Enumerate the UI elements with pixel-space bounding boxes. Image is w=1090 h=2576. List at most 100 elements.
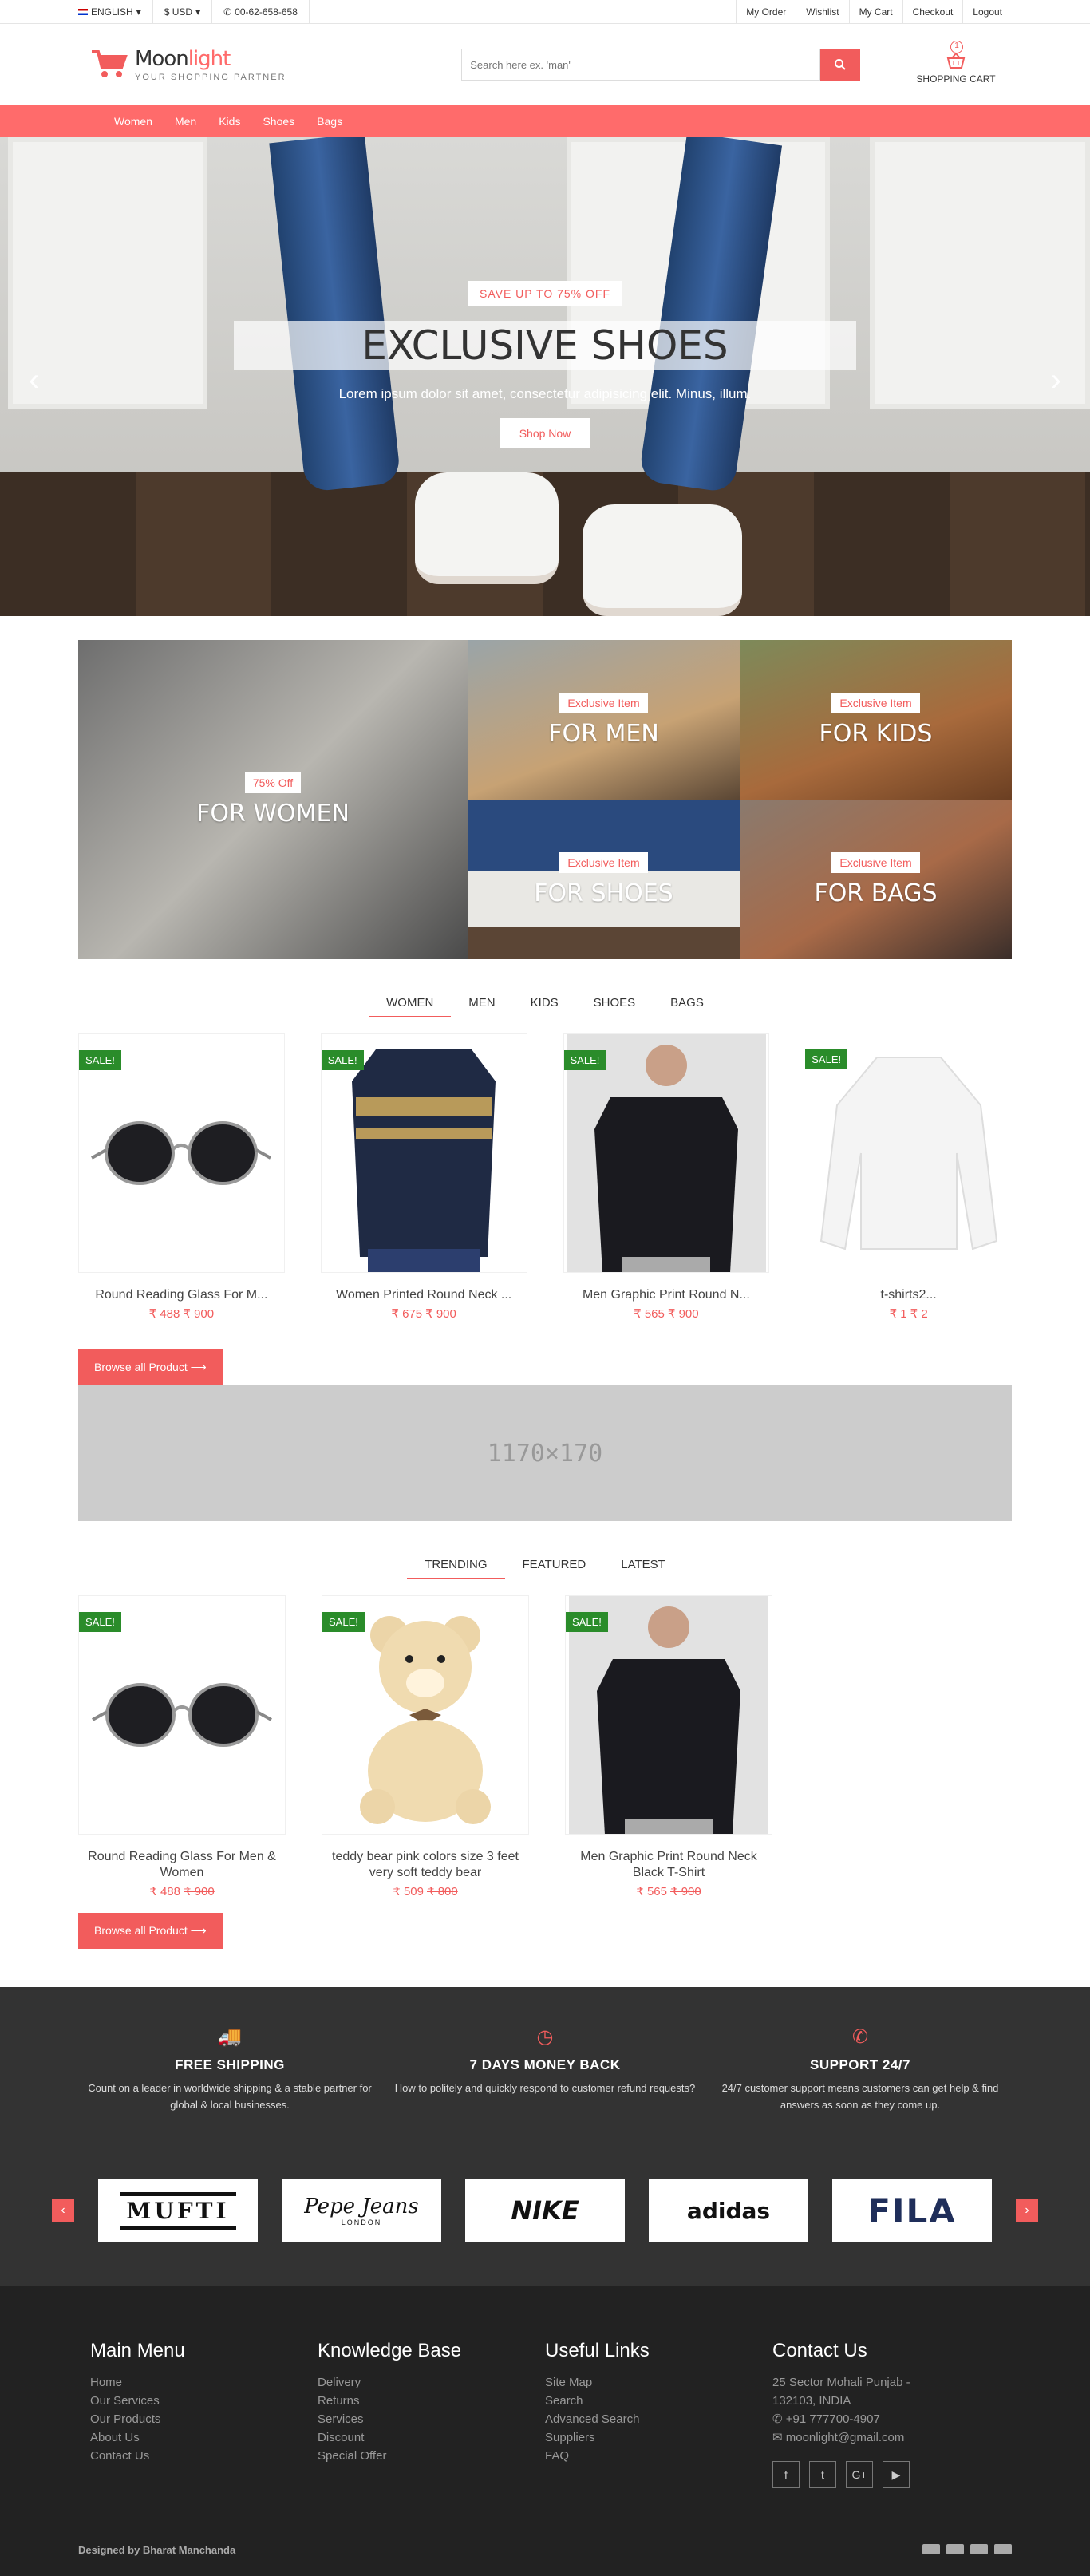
envelope-icon: ✉ — [772, 2431, 786, 2444]
shopping-cart[interactable]: 1 SHOPPING CART — [912, 40, 1000, 85]
brand-logo-mufti[interactable]: MUFTI — [98, 2179, 258, 2242]
checkout-link[interactable]: Checkout — [902, 0, 963, 24]
product-name[interactable]: Women Printed Round Neck ... — [321, 1287, 527, 1303]
footer-link[interactable]: Advanced Search — [545, 2410, 772, 2428]
nav-shoes[interactable]: Shoes — [263, 115, 294, 128]
tab-men[interactable]: MEN — [451, 990, 512, 1017]
category-women[interactable]: 75% Off FOR WOMEN — [78, 640, 468, 959]
product-card[interactable]: SALE! Round Reading Glass For M... ₹ 488… — [78, 1033, 285, 1321]
product-card[interactable]: SALE! Women Printed Round Neck ... ₹ 675… — [320, 1033, 527, 1321]
search-button[interactable] — [820, 49, 861, 81]
footer-link[interactable]: Our Services — [90, 2392, 318, 2410]
brand-carousel: ‹ MUFTI Pepe Jeans LONDON NIKE adidas FIL… — [52, 2179, 1038, 2242]
footer-link[interactable]: Suppliers — [545, 2428, 772, 2447]
category-label: FOR WOMEN — [196, 799, 350, 828]
tab-featured[interactable]: FEATURED — [505, 1551, 604, 1579]
footer-link[interactable]: Home — [90, 2373, 318, 2392]
logout-link[interactable]: Logout — [962, 0, 1012, 24]
footer-link[interactable]: Contact Us — [90, 2447, 318, 2465]
hero-subtitle: Lorem ipsum dolor sit amet, consectetur … — [338, 386, 752, 401]
my-cart-link[interactable]: My Cart — [848, 0, 902, 24]
footer-link[interactable]: Our Products — [90, 2410, 318, 2428]
language-selector[interactable]: ENGLISH ▾ — [78, 0, 153, 24]
tab-bags[interactable]: BAGS — [653, 990, 721, 1017]
currency-label: $ USD — [164, 6, 193, 18]
browse-label: Browse all Product — [94, 1924, 188, 1937]
footer-link[interactable]: Special Offer — [318, 2447, 545, 2465]
tab-women[interactable]: WOMEN — [369, 990, 452, 1017]
brand-logo-pepe[interactable]: Pepe Jeans LONDON — [282, 2179, 441, 2242]
browse-all-button[interactable]: Browse all Product ⟶ — [78, 1913, 223, 1949]
logo[interactable]: Moonlight YOUR SHOPPING PARTNER — [90, 47, 286, 82]
footer-link[interactable]: Delivery — [318, 2373, 545, 2392]
product-card[interactable]: SALE! Round Reading Glass For Men & Wome… — [78, 1595, 286, 1898]
footer-link[interactable]: Services — [318, 2410, 545, 2428]
nav-bags[interactable]: Bags — [317, 115, 342, 128]
product-name[interactable]: Men Graphic Print Round N... — [563, 1287, 770, 1303]
category-label: FOR KIDS — [819, 719, 933, 748]
tab-kids[interactable]: KIDS — [513, 990, 576, 1017]
trend-tabs: TRENDING FEATURED LATEST — [78, 1551, 1012, 1579]
category-kids[interactable]: Exclusive Item FOR KIDS — [740, 640, 1012, 800]
product-list: SALE! Round Reading Glass For M... ₹ 488… — [78, 1033, 1012, 1321]
footer-link[interactable]: FAQ — [545, 2447, 772, 2465]
product-name[interactable]: teddy bear pink colors size 3 feet very … — [322, 1849, 529, 1881]
brand-logo-nike[interactable]: NIKE — [465, 2179, 625, 2242]
product-name[interactable]: Round Reading Glass For Men & Women — [78, 1849, 286, 1881]
product-card[interactable]: SALE! Men Graphic Print Round Neck Black… — [565, 1595, 772, 1898]
search-input[interactable] — [461, 49, 821, 81]
category-shoes[interactable]: Exclusive Item FOR SHOES — [468, 800, 740, 959]
feature-title: 7 DAYS MONEY BACK — [469, 2057, 621, 2072]
footer-link[interactable]: Search — [545, 2392, 772, 2410]
brand-logo-adidas[interactable]: adidas — [649, 2179, 808, 2242]
product-card[interactable]: SALE! Men Graphic Print Round N... ₹ 565… — [563, 1033, 770, 1321]
cart-label: SHOPPING CART — [916, 73, 996, 85]
product-name[interactable]: t-shirts2... — [805, 1287, 1012, 1303]
footer-link[interactable]: Site Map — [545, 2373, 772, 2392]
hero-title: EXCLUSIVE SHOES — [234, 321, 856, 370]
tab-shoes[interactable]: SHOES — [576, 990, 654, 1017]
product-price: ₹ 509 ₹ 800 — [322, 1884, 529, 1898]
product-name[interactable]: Round Reading Glass For M... — [78, 1287, 285, 1303]
nav-men[interactable]: Men — [175, 115, 196, 128]
browse-all-button[interactable]: Browse all Product ⟶ — [78, 1349, 223, 1385]
feature-text: 24/7 customer support means customers ca… — [721, 2082, 999, 2111]
price-current: ₹ 1 — [889, 1307, 907, 1321]
brand-logo-fila[interactable]: FILA — [832, 2179, 992, 2242]
twitter-icon[interactable]: t — [809, 2461, 836, 2488]
category-bags[interactable]: Exclusive Item FOR BAGS — [740, 800, 1012, 959]
nav-women[interactable]: Women — [114, 115, 152, 128]
my-order-link[interactable]: My Order — [736, 0, 796, 24]
paypal-icon — [970, 2544, 988, 2554]
footer-contact: Contact Us 25 Sector Mohali Punjab - 132… — [772, 2340, 1000, 2488]
youtube-icon[interactable]: ▶ — [883, 2461, 910, 2488]
carousel-prev-icon[interactable]: ‹ — [52, 2199, 74, 2222]
category-label: FOR SHOES — [534, 879, 673, 907]
google-plus-icon[interactable]: G+ — [846, 2461, 873, 2488]
footer-link[interactable]: Returns — [318, 2392, 545, 2410]
tab-trending[interactable]: TRENDING — [407, 1551, 505, 1579]
category-men[interactable]: Exclusive Item FOR MEN — [468, 640, 740, 800]
facebook-icon[interactable]: f — [772, 2461, 800, 2488]
carousel-next-icon[interactable]: › — [1016, 2199, 1038, 2222]
product-name[interactable]: Men Graphic Print Round Neck Black T-Shi… — [565, 1849, 772, 1881]
brand-subtitle: LONDON — [341, 2218, 382, 2226]
brand-name: NIKE — [511, 2195, 579, 2226]
wishlist-link[interactable]: Wishlist — [796, 0, 848, 24]
tab-latest[interactable]: LATEST — [603, 1551, 683, 1579]
product-card[interactable]: SALE! t-shirts2... ₹ 1 ₹ 2 — [805, 1033, 1012, 1321]
feature-text: How to politely and quickly respond to c… — [394, 2082, 696, 2094]
product-card[interactable]: SALE! teddy bear pink colors size 3 feet… — [322, 1595, 529, 1898]
product-price: ₹ 675 ₹ 900 — [321, 1306, 527, 1321]
hero-badge: SAVE UP TO 75% OFF — [468, 281, 622, 306]
phone-icon: ✆ — [223, 6, 232, 18]
shop-now-button[interactable]: Shop Now — [500, 418, 590, 448]
currency-selector[interactable]: $ USD ▾ — [153, 0, 213, 24]
footer-credit: Designed by Bharat Manchanda — [78, 2544, 236, 2556]
contact-email[interactable]: ✉ moonlight@gmail.com — [772, 2428, 1000, 2447]
footer-link[interactable]: About Us — [90, 2428, 318, 2447]
footer-link[interactable]: Discount — [318, 2428, 545, 2447]
nav-kids[interactable]: Kids — [219, 115, 240, 128]
brand-name: Pepe Jeans — [304, 2195, 419, 2218]
contact-address: 25 Sector Mohali Punjab - 132103, INDIA — [772, 2376, 910, 2408]
